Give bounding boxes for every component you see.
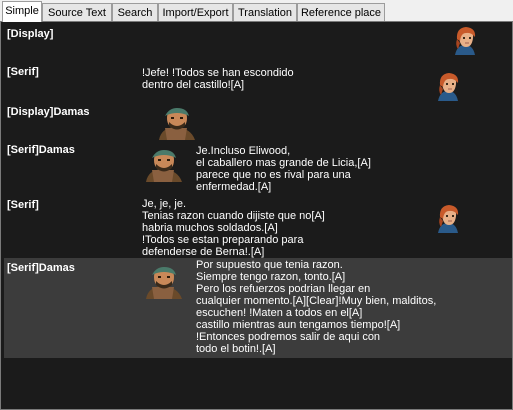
list-item[interactable]: [Display]Damas — [4, 102, 512, 140]
red-haired-lord-portrait-icon — [451, 25, 479, 57]
bandit-damas-portrait-icon — [144, 265, 182, 299]
bandit-damas-portrait-icon — [144, 148, 182, 182]
list-item[interactable]: [Serif]Damas Por supuesto que tenia razo… — [4, 258, 512, 358]
tab-simple[interactable]: Simple — [2, 1, 42, 22]
row-label: [Display]Damas — [7, 106, 90, 118]
dialogue-text: Je.Incluso Eliwood, el caballero mas gra… — [196, 145, 371, 193]
tab-bar: Simple Source Text Search Import/Export … — [0, 0, 513, 22]
tab-translation[interactable]: Translation — [233, 3, 297, 21]
empty-list-area — [4, 393, 510, 407]
list-item[interactable]: [Serif]Damas Je.Incluso Eliwood, el caba… — [4, 140, 512, 196]
script-list[interactable]: [Display] [Serif] !Jefe! !Todos se han e… — [0, 21, 513, 410]
bandit-damas-portrait-icon — [157, 106, 195, 140]
row-label: [Serif]Damas — [7, 144, 75, 156]
row-label: [Serif] — [7, 66, 39, 78]
row-label: [Display] — [7, 28, 54, 40]
dialogue-text: !Jefe! !Todos se han escondido dentro de… — [142, 67, 294, 91]
tab-reference-place[interactable]: Reference place — [297, 3, 385, 21]
tab-search[interactable]: Search — [112, 3, 158, 21]
list-item[interactable]: [Serif] Je, je, je. Tenias razon cuando … — [4, 195, 512, 258]
tab-import-export[interactable]: Import/Export — [158, 3, 233, 21]
tab-source-text[interactable]: Source Text — [42, 3, 112, 21]
dialogue-text: Je, je, je. Tenias razon cuando dijiste … — [142, 198, 325, 258]
list-item[interactable]: [Serif] !Jefe! !Todos se han escondido d… — [4, 62, 512, 102]
row-label: [Serif]Damas — [7, 262, 75, 274]
dialogue-text: Por supuesto que tenia razon. Siempre te… — [196, 259, 437, 355]
red-haired-lord-portrait-icon — [434, 203, 462, 235]
red-haired-lord-portrait-icon — [434, 71, 462, 103]
list-item[interactable]: [Display] — [4, 24, 512, 60]
row-label: [Serif] — [7, 199, 39, 211]
